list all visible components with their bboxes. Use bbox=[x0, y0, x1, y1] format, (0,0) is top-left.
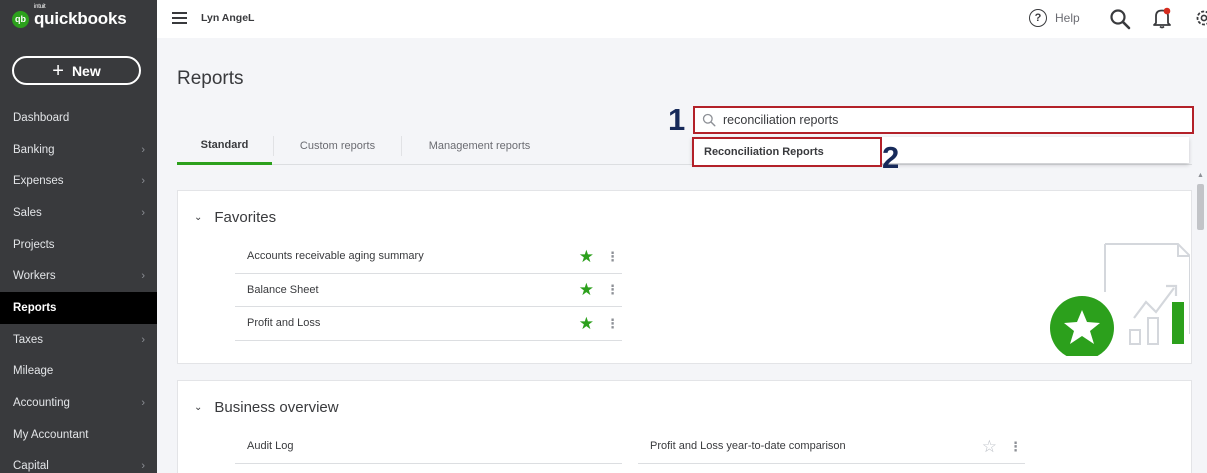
chevron-right-icon: › bbox=[141, 397, 145, 410]
report-link[interactable]: Profit and Loss bbox=[247, 317, 320, 329]
top-bar: Lyn AngeL ? Help bbox=[157, 0, 1207, 38]
report-link[interactable]: Balance Sheet bbox=[247, 284, 319, 296]
sidebar-item-taxes[interactable]: Taxes › bbox=[0, 324, 157, 356]
sidebar-nav: Dashboard Banking › Expenses › Sales › Proj… bbox=[0, 102, 157, 473]
chevron-right-icon: › bbox=[141, 143, 145, 156]
page-title: Reports bbox=[177, 68, 244, 89]
sidebar-item-banking[interactable]: Banking › bbox=[0, 134, 157, 166]
hamburger-menu-icon[interactable] bbox=[172, 12, 187, 24]
company-name: Lyn AngeL bbox=[201, 12, 255, 24]
qb-logo-mark: qb bbox=[12, 10, 29, 28]
chevron-right-icon: › bbox=[141, 270, 145, 283]
report-row[interactable]: Profit and Loss year-to-date comparison … bbox=[638, 430, 1025, 464]
business-overview-header[interactable]: ⌄ Business overview bbox=[194, 399, 339, 416]
sidebar-item-sales[interactable]: Sales › bbox=[0, 197, 157, 229]
help-label: Help bbox=[1055, 11, 1080, 25]
sidebar-item-label: Mileage bbox=[13, 365, 54, 378]
sidebar-item-label: Reports bbox=[13, 301, 57, 314]
favorites-illustration bbox=[1050, 243, 1190, 356]
help-button[interactable]: ? Help bbox=[1029, 9, 1080, 27]
star-filled-icon[interactable]: ★ bbox=[579, 315, 594, 332]
left-navigation: qb intuit quickbooks + New Dashboard Ban… bbox=[0, 0, 157, 473]
page-scrollbar[interactable]: ▲ bbox=[1196, 172, 1205, 473]
tab-management-reports[interactable]: Management reports bbox=[401, 136, 557, 156]
sidebar-item-label: Taxes bbox=[13, 333, 44, 346]
sidebar-item-label: Sales bbox=[13, 206, 42, 219]
chevron-right-icon: › bbox=[141, 206, 145, 219]
favorites-header[interactable]: ⌄ Favorites bbox=[194, 209, 276, 226]
star-outline-icon[interactable]: ☆ bbox=[982, 438, 997, 455]
new-button-label: New bbox=[71, 62, 101, 79]
scroll-up-arrow-icon[interactable]: ▲ bbox=[1197, 172, 1204, 179]
chevron-right-icon: › bbox=[141, 175, 145, 188]
sidebar-item-label: Expenses bbox=[13, 175, 64, 188]
more-options-icon[interactable]: ⋮ bbox=[606, 250, 619, 263]
report-row[interactable]: Profit and Loss ★ ⋮ bbox=[235, 307, 622, 341]
more-options-icon[interactable]: ⋮ bbox=[1009, 440, 1022, 453]
favorites-list: Accounts receivable aging summary ★ ⋮ Bal… bbox=[235, 240, 622, 341]
sidebar-item-capital[interactable]: Capital › bbox=[0, 451, 157, 473]
sidebar-item-mileage[interactable]: Mileage bbox=[0, 356, 157, 388]
sidebar-item-my-accountant[interactable]: My Accountant bbox=[0, 419, 157, 451]
report-row[interactable]: Audit Log bbox=[235, 430, 622, 464]
logo-wordmark: intuit quickbooks bbox=[34, 4, 127, 29]
sidebar-item-label: Banking bbox=[13, 143, 55, 156]
chevron-down-icon: ⌄ bbox=[194, 402, 203, 413]
more-options-icon[interactable]: ⋮ bbox=[606, 317, 619, 330]
chevron-down-icon: ⌄ bbox=[194, 212, 203, 223]
sidebar-item-dashboard[interactable]: Dashboard bbox=[0, 102, 157, 134]
star-filled-icon[interactable]: ★ bbox=[579, 281, 594, 298]
search-icon bbox=[702, 113, 716, 127]
chevron-right-icon: › bbox=[141, 333, 145, 346]
section-title: Business overview bbox=[214, 399, 339, 416]
quickbooks-logo[interactable]: qb intuit quickbooks bbox=[12, 4, 127, 30]
sidebar-item-label: My Accountant bbox=[13, 428, 89, 441]
logo-intuit: intuit bbox=[34, 4, 46, 10]
report-search-box[interactable] bbox=[693, 106, 1194, 134]
new-button[interactable]: + New bbox=[12, 56, 141, 85]
report-link[interactable]: Profit and Loss year-to-date comparison bbox=[650, 440, 846, 452]
help-icon: ? bbox=[1029, 9, 1047, 27]
annotation-step-1: 1 bbox=[668, 102, 686, 137]
business-overview-list-left: Audit Log bbox=[235, 430, 622, 464]
report-link[interactable]: Accounts receivable aging summary bbox=[247, 250, 424, 262]
sidebar-item-label: Dashboard bbox=[13, 111, 70, 124]
sidebar-item-label: Projects bbox=[13, 238, 55, 251]
search-suggestions: Reconciliation Reports bbox=[692, 137, 1189, 167]
plus-icon: + bbox=[52, 59, 64, 82]
sidebar-item-expenses[interactable]: Expenses › bbox=[0, 165, 157, 197]
annotation-step-2: 2 bbox=[882, 140, 900, 175]
sidebar-item-reports[interactable]: Reports bbox=[0, 292, 157, 324]
tab-custom-reports[interactable]: Custom reports bbox=[273, 136, 401, 156]
notification-bell-icon[interactable] bbox=[1152, 7, 1172, 29]
business-overview-section: ⌄ Business overview Audit Log Profit and… bbox=[177, 380, 1192, 473]
tab-standard[interactable]: Standard bbox=[177, 127, 272, 165]
sidebar-item-workers[interactable]: Workers › bbox=[0, 260, 157, 292]
chevron-right-icon: › bbox=[141, 460, 145, 473]
report-row[interactable]: Balance Sheet ★ ⋮ bbox=[235, 274, 622, 307]
report-row[interactable]: Accounts receivable aging summary ★ ⋮ bbox=[235, 240, 622, 274]
gear-icon[interactable] bbox=[1191, 7, 1207, 29]
sidebar-item-label: Capital bbox=[13, 460, 49, 473]
report-search-input[interactable] bbox=[723, 113, 1163, 127]
sidebar-item-label: Accounting bbox=[13, 397, 70, 410]
star-filled-icon[interactable]: ★ bbox=[579, 248, 594, 265]
more-options-icon[interactable]: ⋮ bbox=[606, 283, 619, 296]
sidebar-item-projects[interactable]: Projects bbox=[0, 229, 157, 261]
section-title: Favorites bbox=[214, 209, 277, 226]
logo-name: quickbooks bbox=[34, 9, 127, 28]
sidebar-item-label: Workers bbox=[13, 270, 56, 283]
suggestion-reconciliation-reports[interactable]: Reconciliation Reports bbox=[692, 137, 882, 167]
favorites-section: ⌄ Favorites Accounts receivable aging su… bbox=[177, 190, 1192, 364]
sidebar-item-accounting[interactable]: Accounting › bbox=[0, 387, 157, 419]
scroll-thumb[interactable] bbox=[1197, 184, 1204, 230]
business-overview-list-right: Profit and Loss year-to-date comparison … bbox=[638, 430, 1025, 464]
report-link[interactable]: Audit Log bbox=[247, 440, 293, 452]
search-icon[interactable] bbox=[1109, 8, 1131, 30]
